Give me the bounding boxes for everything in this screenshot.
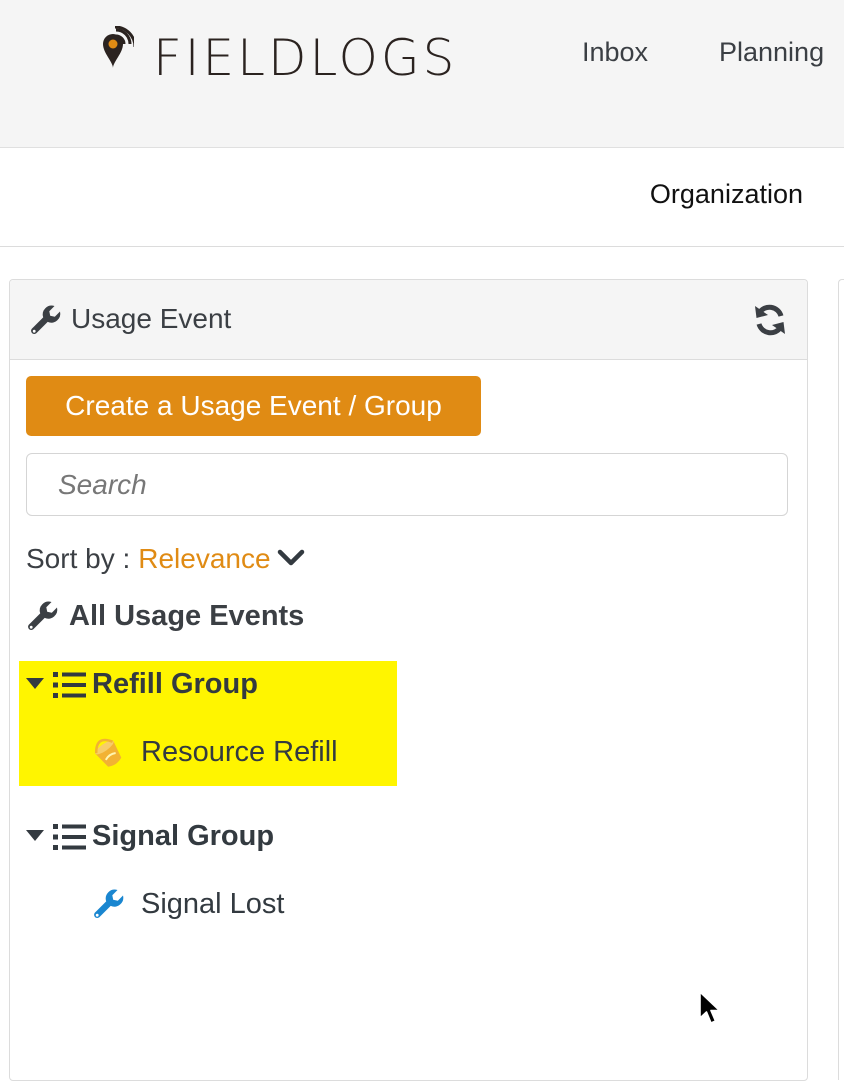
refresh-icon[interactable] bbox=[751, 301, 789, 339]
event-label: Signal Lost bbox=[141, 888, 285, 920]
sort-control: Sort by : Relevance bbox=[26, 542, 305, 576]
nav-organization[interactable]: Organization bbox=[650, 178, 803, 210]
chevron-down-icon[interactable] bbox=[277, 548, 305, 568]
nav-inbox[interactable]: Inbox bbox=[582, 36, 648, 68]
caret-down-icon[interactable] bbox=[26, 830, 44, 842]
wrench-icon bbox=[31, 305, 61, 335]
app-logo-text: FIELDLOGS bbox=[153, 29, 458, 87]
group-label: Signal Group bbox=[92, 820, 275, 852]
search-input[interactable] bbox=[26, 453, 788, 516]
list-icon bbox=[53, 824, 86, 850]
wrench-icon bbox=[28, 601, 58, 631]
top-header: FIELDLOGS Inbox Planning bbox=[0, 0, 844, 148]
event-label: Resource Refill bbox=[141, 736, 338, 768]
adjacent-panel-edge bbox=[838, 279, 844, 1080]
nav-planning[interactable]: Planning bbox=[719, 36, 824, 68]
location-pin-icon bbox=[103, 26, 134, 68]
all-usage-events-label: All Usage Events bbox=[69, 600, 305, 632]
usage-event-panel: Usage Event Create a Usage Event / Group… bbox=[9, 279, 808, 1081]
sort-label: Sort by : bbox=[26, 543, 131, 574]
caret-down-icon[interactable] bbox=[26, 678, 44, 690]
bucket-icon bbox=[94, 738, 122, 767]
wrench-icon bbox=[94, 889, 124, 919]
mouse-cursor-icon bbox=[699, 991, 721, 1024]
group-label: Refill Group bbox=[92, 668, 258, 700]
panel-title: Usage Event bbox=[71, 303, 232, 334]
sort-value-dropdown[interactable]: Relevance bbox=[138, 543, 270, 574]
secondary-nav: Organization bbox=[0, 148, 844, 247]
panel-header: Usage Event bbox=[10, 280, 807, 360]
list-icon bbox=[53, 672, 86, 698]
create-usage-event-button[interactable]: Create a Usage Event / Group bbox=[26, 376, 481, 436]
